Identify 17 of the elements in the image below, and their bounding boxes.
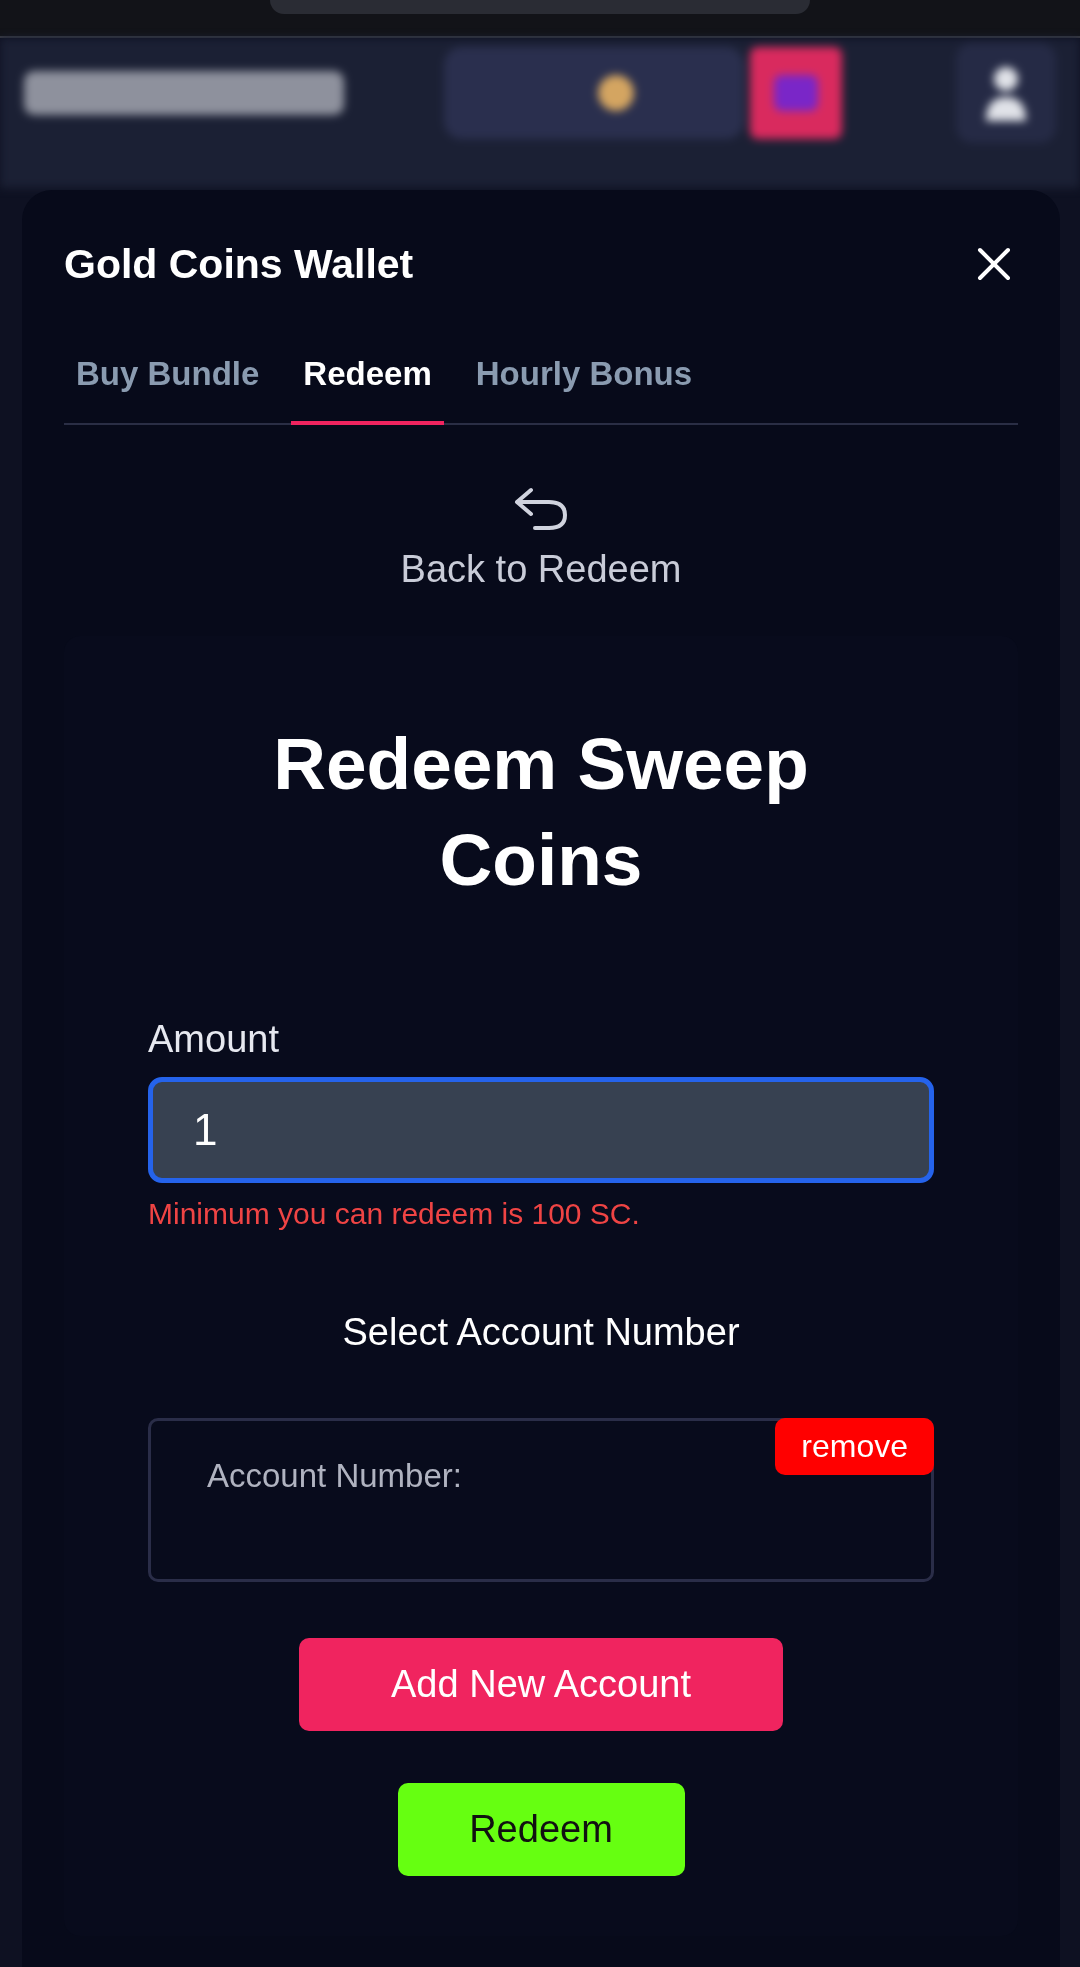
error-message: Minimum you can redeem is 100 SC. — [148, 1197, 641, 1232]
field-label: Amount — [148, 1018, 280, 1061]
account-label: Account Number: — [207, 1457, 462, 1495]
add-account-button[interactable]: Add New Account — [299, 1638, 783, 1732]
back-link[interactable]: Back to Redeem — [394, 483, 688, 592]
card-heading: Redeem Sweep Coins — [272, 722, 810, 902]
tab[interactable]: Buy Bundle — [64, 343, 272, 425]
section-label: Select Account Number — [341, 1311, 741, 1355]
account-card[interactable]: Account Number: remove — [148, 1418, 934, 1583]
amount-field[interactable]: 1 — [148, 1077, 934, 1184]
coin-icon — [598, 75, 634, 111]
modal-title: Gold Coins Wallet — [64, 240, 414, 288]
tab[interactable]: Hourly Bonus — [463, 343, 705, 425]
remove-button[interactable]: remove — [775, 1418, 934, 1476]
balance-pill[interactable] — [444, 47, 744, 139]
tab[interactable]: Redeem — [291, 343, 444, 425]
redeem-button[interactable]: Redeem — [397, 1783, 685, 1876]
